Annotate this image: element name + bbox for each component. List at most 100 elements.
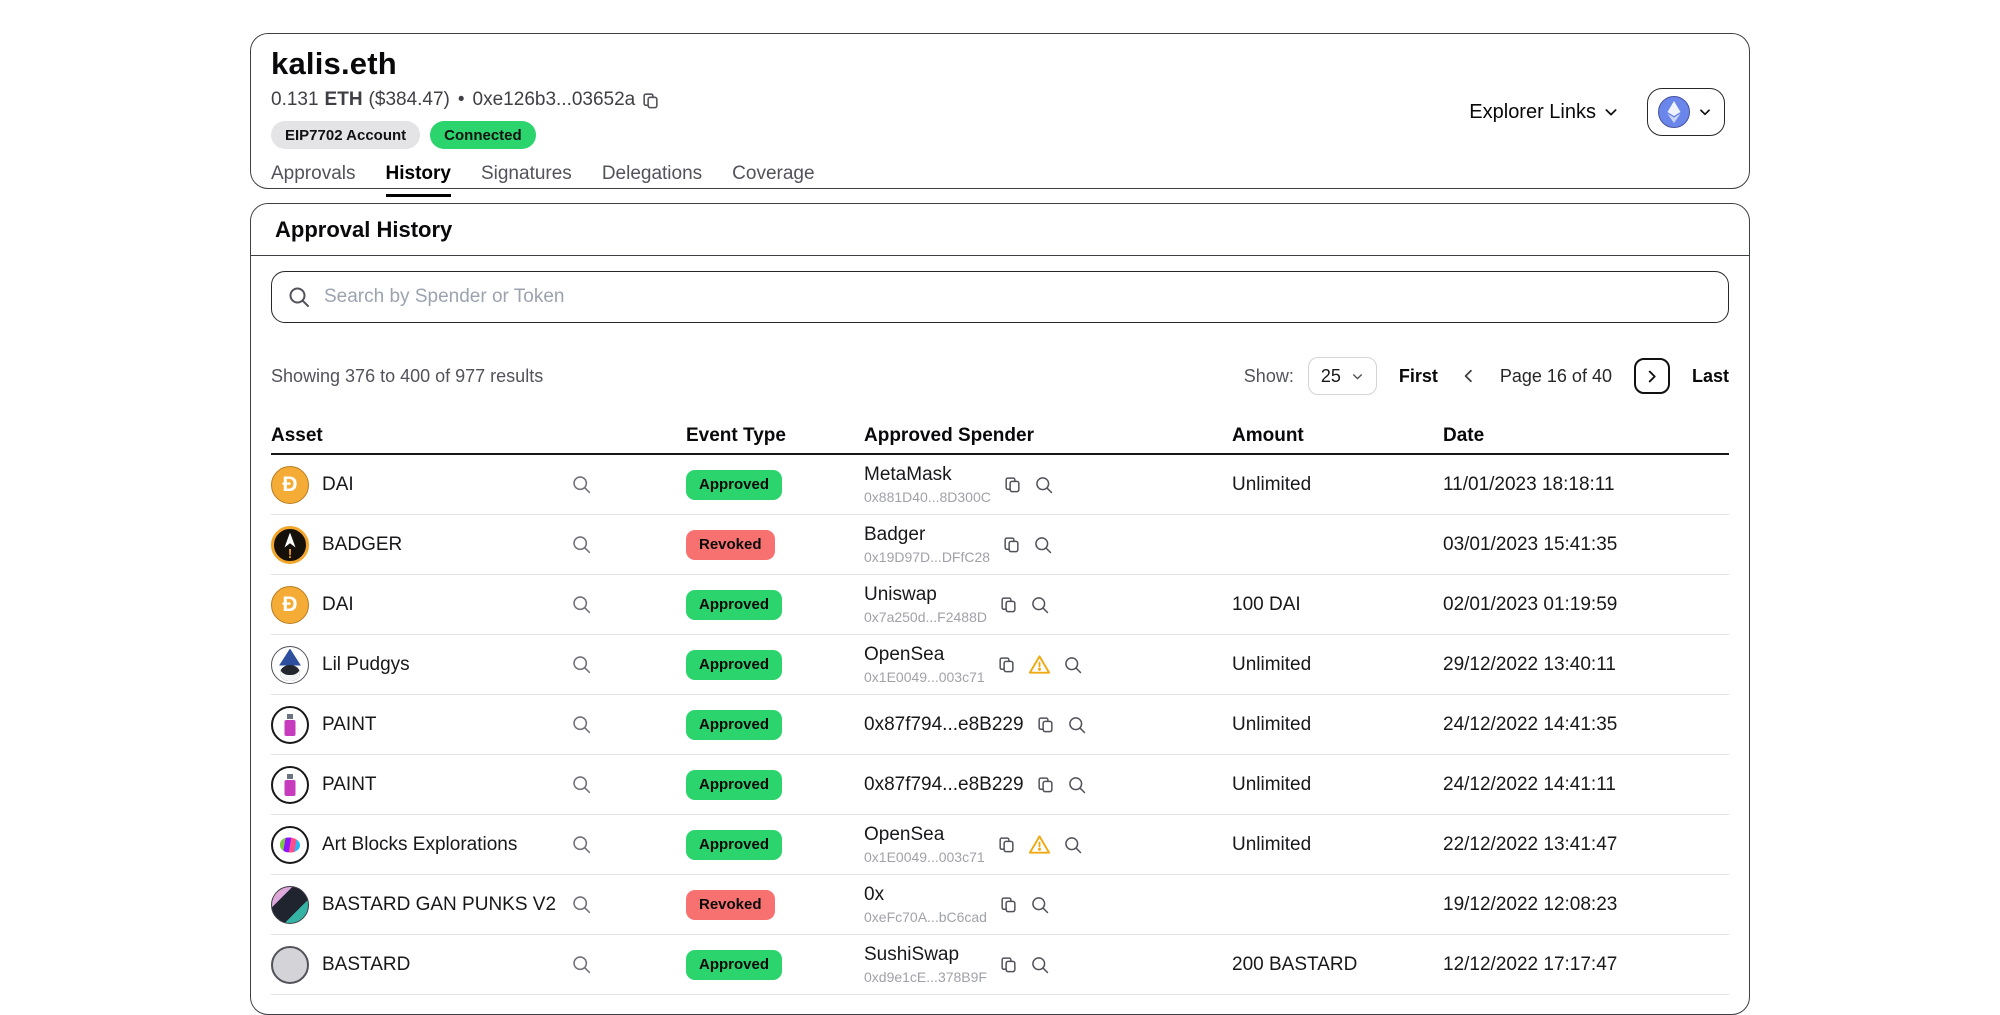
page: kalis.eth 0.131 ETH ($384.47) • 0xe126b3… xyxy=(0,0,2000,1000)
asset-cell: Lil Pudgys xyxy=(271,646,686,684)
table-row: BADGER Revoked Badger 0x19D97D...DFfC28 xyxy=(271,515,1729,575)
asset-search-icon[interactable] xyxy=(571,834,592,855)
account-name: kalis.eth xyxy=(271,46,1725,82)
spender-search-icon[interactable] xyxy=(1067,715,1087,735)
spender-cell: 0x 0xeFc70A...bC6cad xyxy=(864,884,1232,925)
event-type-badge: Approved xyxy=(686,950,782,980)
event-type-cell: Approved xyxy=(686,650,864,680)
results-summary: Showing 376 to 400 of 977 results xyxy=(271,366,543,387)
copy-address-icon[interactable] xyxy=(999,955,1018,974)
explorer-links-label: Explorer Links xyxy=(1469,101,1596,124)
amount-cell: 200 BASTARD xyxy=(1232,954,1443,976)
copy-address-icon[interactable] xyxy=(997,835,1016,854)
spender-search-icon[interactable] xyxy=(1033,535,1053,555)
spender-cell: 0x87f794...e8B229 xyxy=(864,774,1232,796)
tab-signatures[interactable]: Signatures xyxy=(481,163,572,197)
spender-address: 0x19D97D...DFfC28 xyxy=(864,549,990,565)
asset-cell: BASTARD xyxy=(271,946,686,984)
spender-cell: OpenSea 0x1E0049...003c71 xyxy=(864,824,1232,865)
asset-name: BASTARD xyxy=(322,954,558,976)
spender-name: 0x87f794...e8B229 xyxy=(864,774,1024,796)
balance-amount: 0.131 xyxy=(271,89,319,111)
table-row: DAI Approved Uniswap 0x7a250d...F2488D 1… xyxy=(271,575,1729,635)
spender-text: OpenSea 0x1E0049...003c71 xyxy=(864,824,985,865)
spender-cell: OpenSea 0x1E0049...003c71 xyxy=(864,644,1232,685)
spender-search-icon[interactable] xyxy=(1063,655,1083,675)
asset-search-icon[interactable] xyxy=(571,534,592,555)
asset-cell: PAINT xyxy=(271,706,686,744)
amount-cell: Unlimited xyxy=(1232,654,1443,676)
balance-usd: ($384.47) xyxy=(369,89,450,111)
asset-cell: Art Blocks Explorations xyxy=(271,826,686,864)
warning-icon[interactable] xyxy=(1028,653,1051,676)
results-row: Showing 376 to 400 of 977 results Show: … xyxy=(271,357,1729,395)
spender-name: Uniswap xyxy=(864,584,987,606)
spender-text: OpenSea 0x1E0049...003c71 xyxy=(864,644,985,685)
asset-cell: DAI xyxy=(271,466,686,504)
asset-search-icon[interactable] xyxy=(571,894,592,915)
asset-cell: DAI xyxy=(271,586,686,624)
search-input[interactable] xyxy=(271,271,1729,323)
spender-text: 0x87f794...e8B229 xyxy=(864,714,1024,736)
tab-approvals[interactable]: Approvals xyxy=(271,163,356,197)
table-row: PAINT Approved 0x87f794...e8B229 Unlimit… xyxy=(271,755,1729,815)
table-row: DAI Approved MetaMask 0x881D40...8D300C … xyxy=(271,455,1729,515)
copy-address-icon[interactable] xyxy=(641,91,660,110)
tab-delegations[interactable]: Delegations xyxy=(602,163,702,197)
spender-search-icon[interactable] xyxy=(1030,895,1050,915)
event-type-cell: Approved xyxy=(686,470,864,500)
amount-cell: Unlimited xyxy=(1232,714,1443,736)
event-type-badge: Approved xyxy=(686,830,782,860)
spender-name: SushiSwap xyxy=(864,944,987,966)
page-size-select[interactable]: 25 xyxy=(1308,357,1377,395)
asset-name: Art Blocks Explorations xyxy=(322,834,558,856)
account-address: 0xe126b3...03652a xyxy=(473,89,636,111)
account-header-card: kalis.eth 0.131 ETH ($384.47) • 0xe126b3… xyxy=(250,33,1750,189)
spender-text: SushiSwap 0xd9e1cE...378B9F xyxy=(864,944,987,985)
spender-name: MetaMask xyxy=(864,464,991,486)
asset-token-icon xyxy=(271,886,309,924)
copy-address-icon[interactable] xyxy=(1036,775,1055,794)
spender-search-icon[interactable] xyxy=(1030,955,1050,975)
event-type-cell: Approved xyxy=(686,710,864,740)
spender-search-icon[interactable] xyxy=(1067,775,1087,795)
asset-token-icon xyxy=(271,646,309,684)
next-page-button[interactable] xyxy=(1634,358,1670,394)
spender-search-icon[interactable] xyxy=(1063,835,1083,855)
chevron-down-icon xyxy=(1351,370,1364,383)
first-page-button[interactable]: First xyxy=(1399,366,1438,387)
date-cell: 12/12/2022 17:17:47 xyxy=(1443,954,1729,976)
date-cell: 02/01/2023 01:19:59 xyxy=(1443,594,1729,616)
spender-search-icon[interactable] xyxy=(1034,475,1054,495)
spender-name: OpenSea xyxy=(864,824,985,846)
chevron-down-icon xyxy=(1603,104,1619,120)
explorer-links-dropdown[interactable]: Explorer Links xyxy=(1469,101,1619,124)
asset-search-icon[interactable] xyxy=(571,774,592,795)
copy-address-icon[interactable] xyxy=(997,655,1016,674)
tab-history[interactable]: History xyxy=(386,163,451,197)
chevron-right-icon xyxy=(1643,368,1660,385)
table-row: PAINT Approved 0x87f794...e8B229 Unlimit… xyxy=(271,695,1729,755)
date-cell: 29/12/2022 13:40:11 xyxy=(1443,654,1729,676)
copy-address-icon[interactable] xyxy=(999,895,1018,914)
chevron-left-icon[interactable] xyxy=(1460,367,1478,385)
asset-search-icon[interactable] xyxy=(571,714,592,735)
network-select-button[interactable] xyxy=(1647,88,1725,136)
tab-coverage[interactable]: Coverage xyxy=(732,163,814,197)
warning-icon[interactable] xyxy=(1028,833,1051,856)
asset-search-icon[interactable] xyxy=(571,954,592,975)
date-cell: 22/12/2022 13:41:47 xyxy=(1443,834,1729,856)
copy-address-icon[interactable] xyxy=(1036,715,1055,734)
page-size-value: 25 xyxy=(1321,366,1341,387)
copy-address-icon[interactable] xyxy=(1002,535,1021,554)
spender-address: 0x881D40...8D300C xyxy=(864,489,991,505)
asset-search-icon[interactable] xyxy=(571,474,592,495)
approval-history-card: Approval History Showing 376 to 400 of 9… xyxy=(250,203,1750,1015)
asset-search-icon[interactable] xyxy=(571,594,592,615)
copy-address-icon[interactable] xyxy=(1003,475,1022,494)
copy-address-icon[interactable] xyxy=(999,595,1018,614)
last-page-button[interactable]: Last xyxy=(1692,366,1729,387)
spender-name: 0x xyxy=(864,884,987,906)
spender-search-icon[interactable] xyxy=(1030,595,1050,615)
asset-search-icon[interactable] xyxy=(571,654,592,675)
